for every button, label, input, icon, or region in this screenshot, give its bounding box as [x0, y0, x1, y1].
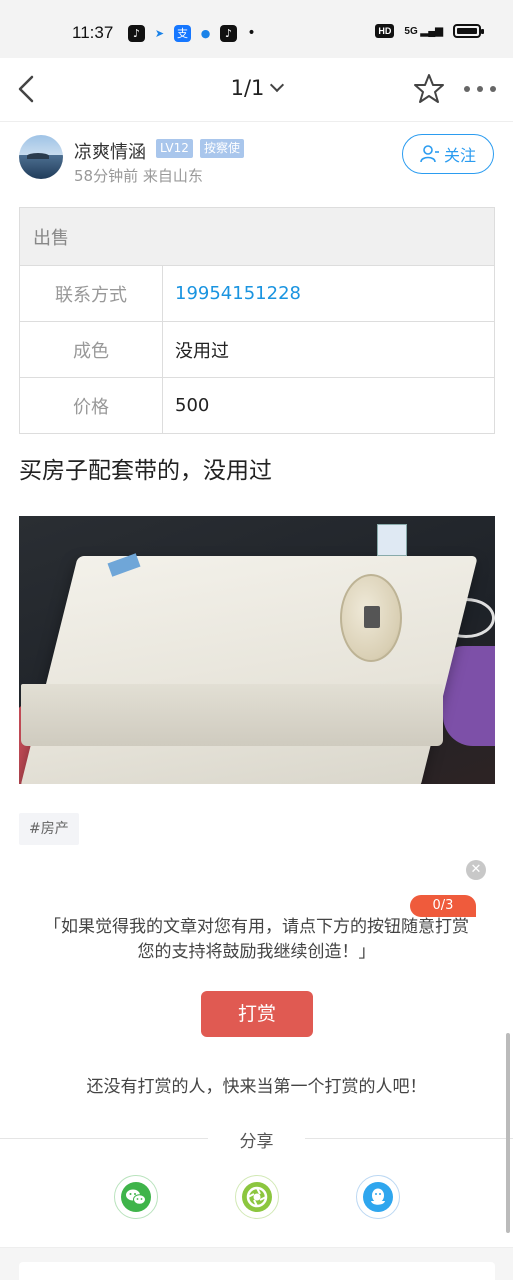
reward-empty-text: 还没有打赏的人，快来当第一个打赏的人吧！: [86, 1077, 427, 1097]
author-name[interactable]: 凉爽情涵: [74, 138, 146, 164]
comment-panel-edge: [19, 1262, 495, 1280]
contact-phone-link[interactable]: 19954151228: [162, 265, 495, 322]
douyin-icon: ♪: [128, 25, 145, 42]
role-badge: 按察使: [200, 139, 245, 158]
contact-key: 联系方式: [19, 265, 163, 322]
condition-key: 成色: [19, 321, 163, 378]
page-indicator: 1/1: [230, 76, 265, 100]
qq-icon: [363, 1182, 393, 1212]
image-heater-front: [21, 684, 443, 746]
close-icon[interactable]: ✕: [466, 860, 486, 880]
share-moments-button[interactable]: [235, 1175, 279, 1219]
moments-icon: [242, 1182, 272, 1212]
circle-app-icon: ●: [200, 27, 211, 40]
signal-icon: 5G ▂▄▆: [404, 25, 443, 37]
more-notifications-icon: •: [247, 25, 256, 41]
topic-tag[interactable]: #房产: [19, 813, 79, 845]
system-icons: HD 5G ▂▄▆: [375, 24, 484, 38]
more-options-icon[interactable]: [464, 86, 496, 92]
alipay-icon: 支: [174, 25, 191, 42]
reward-button[interactable]: 打赏: [201, 991, 313, 1037]
share-qq-button[interactable]: [356, 1175, 400, 1219]
avatar[interactable]: [19, 135, 63, 179]
notification-icons: ♪ ➤ 支 ● ♪ •: [128, 25, 260, 42]
status-bar: 11:37 ♪ ➤ 支 ● ♪ • HD 5G ▂▄▆: [0, 0, 513, 58]
post-body-text: 买房子配套带的，没用过: [19, 458, 272, 484]
price-key: 价格: [19, 377, 163, 434]
scrollbar[interactable]: [506, 1033, 510, 1233]
favorite-star-icon[interactable]: [412, 72, 446, 106]
level-badge: LV12: [156, 139, 193, 158]
author-row: 凉爽情涵 LV12 按察使 58分钟前 来自山东 关注: [0, 124, 513, 194]
follow-label: 关注: [443, 146, 476, 165]
status-time: 11:37: [72, 23, 114, 42]
chevron-down-icon: [270, 77, 285, 93]
table-row: 联系方式 19954151228: [19, 265, 495, 322]
share-label: 分享: [239, 1132, 274, 1152]
paper-plane-icon: ➤: [154, 27, 165, 40]
image-thermostat-dial: [340, 574, 402, 662]
table-row: 价格 500: [19, 377, 495, 434]
image-label-sticker: [377, 524, 407, 556]
top-nav-bar: 1/1: [0, 58, 513, 122]
table-row: 成色 没用过: [19, 321, 495, 378]
share-wechat-button[interactable]: [114, 1175, 158, 1219]
condition-value: 没用过: [162, 321, 495, 378]
hd-icon: HD: [375, 24, 395, 38]
douyin-icon: ♪: [220, 25, 237, 42]
listing-table: 出售 联系方式 19954151228 成色 没用过 价格 500: [19, 207, 495, 434]
reward-counter-badge: 0/3: [410, 895, 476, 917]
battery-icon: [453, 24, 484, 38]
listing-header: 出售: [19, 207, 495, 266]
price-value: 500: [162, 377, 495, 434]
add-user-icon: [420, 145, 439, 163]
follow-button[interactable]: 关注: [402, 134, 494, 174]
wechat-icon: [121, 1182, 151, 1212]
post-image[interactable]: [19, 516, 495, 784]
image-water-heater: [20, 556, 478, 784]
reward-prompt-line2: 您的支持将鼓励我继续创造！」: [137, 942, 376, 962]
post-meta: 58分钟前 来自山东: [74, 167, 203, 185]
